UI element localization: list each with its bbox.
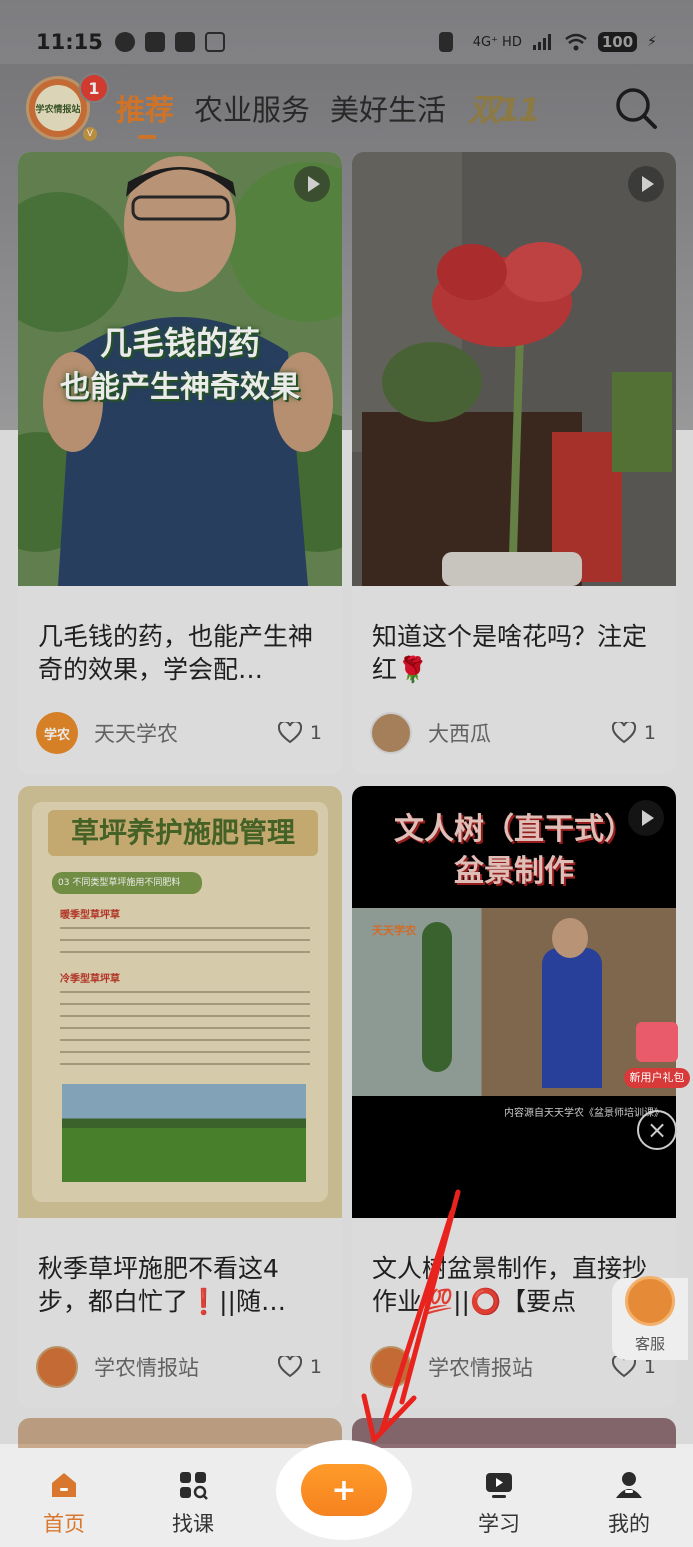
publish-button[interactable]: + [301,1464,387,1516]
card-title: 秋季草坪施肥不看这4步，都白忙了❗️||随… [38,1254,286,1316]
article-subheading: 03 不同类型草坪施用不同肥料 [52,872,202,894]
home-icon [52,1473,76,1497]
brand-tag: 天天学农 [372,924,416,937]
customer-service[interactable]: 客服 [612,1276,688,1360]
video-caption-line-2: 也能产生神奇效果 [60,370,300,405]
like-count: 1 [643,722,656,744]
network-label: 4G⁺ HD [472,34,522,50]
video-caption-line-1: 文人树（直干式） [394,812,634,847]
article-body-2 [60,986,310,1070]
article-headline: 草坪养护施肥管理 [48,810,318,856]
like-button[interactable]: 1 [277,722,322,744]
wifi-icon [565,33,587,51]
tab-recommend[interactable]: 推荐 [116,87,174,139]
card-author[interactable]: 学农情报站 [370,1346,533,1388]
top-navigation: 学农情报站 1 V 推荐 农业服务 美好生活 双11 [26,72,666,144]
new-user-gift[interactable]: 新用户礼包 [624,1018,690,1090]
author-name: 学农情报站 [428,1356,533,1380]
tab-good-life[interactable]: 美好生活 [330,87,446,129]
charging-icon: ⚡ [647,34,657,50]
heart-icon [611,722,636,744]
publish-highlight: + [276,1440,412,1540]
tab-find-course-label: 找课 [172,1512,214,1536]
video-study-icon [486,1473,512,1498]
double11-promo[interactable]: 双11 [468,85,541,131]
app-notification-icon [144,32,165,52]
tab-study[interactable]: 学习 [459,1470,539,1538]
notification-badge: 1 [79,73,109,103]
tab-mine[interactable]: 我的 [589,1470,669,1538]
vibrate-icon [438,32,453,52]
video-thumbnail [352,152,676,586]
like-count: 1 [309,1356,322,1378]
author-name: 学农情报站 [94,1356,199,1380]
play-icon [628,166,664,202]
play-icon [294,166,330,202]
app-notification-icon-2 [174,32,195,52]
status-time: 11:15 [36,30,103,54]
author-avatar [370,1346,412,1388]
source-note: 内容源自天天学农《盆景师培训课》 [504,1108,664,1119]
user-avatar[interactable]: 学农情报站 1 V [26,73,109,141]
tools-icon [204,32,225,52]
feed-card-1[interactable]: 几毛钱的药 也能产生神奇效果 几毛钱的药，也能产生神奇的效果，学会配… 学农 天… [18,152,342,774]
author-avatar [370,712,412,754]
tab-home-label: 首页 [43,1512,85,1536]
lawn-photo [62,1084,306,1182]
tab-find-course[interactable]: 找课 [153,1470,233,1538]
card-author[interactable]: 大西瓜 [370,712,491,754]
tab-mine-label: 我的 [608,1512,650,1536]
battery-indicator: 100 [597,32,638,52]
close-icon[interactable]: × [637,1110,677,1150]
article-thumbnail: 草坪养护施肥管理 03 不同类型草坪施用不同肥料 暖季型草坪草 冷季型草坪草 [18,786,342,1218]
feed-card-2[interactable]: 知道这个是啥花吗？注定红🌹 大西瓜 1 [352,152,676,774]
message-icon [114,32,135,52]
like-count: 1 [309,722,322,744]
signal-icon [532,34,551,50]
section-label-2: 冷季型草坪草 [60,974,120,985]
avatar-logo-text: 学农情报站 [35,85,81,131]
headset-icon [625,1276,675,1326]
author-avatar [36,1346,78,1388]
card-title: 知道这个是啥花吗？注定红🌹 [372,622,648,684]
customer-service-label: 客服 [634,1335,665,1353]
section-label-1: 暖季型草坪草 [60,910,120,921]
heart-icon [277,722,302,744]
play-icon [628,800,664,836]
verified-icon: V [83,127,97,141]
author-name: 大西瓜 [428,722,491,746]
card-title: 几毛钱的药，也能产生神奇的效果，学会配… [38,622,314,684]
gift-label: 新用户礼包 [624,1068,690,1088]
status-bar: 11:15 4G⁺ HD 100 ⚡ [0,20,693,64]
grid-search-icon [180,1472,208,1500]
card-author[interactable]: 学农情报站 [36,1346,199,1388]
card-author[interactable]: 学农 天天学农 [36,712,178,754]
tab-study-label: 学习 [478,1512,520,1536]
like-button[interactable]: 1 [277,1356,322,1378]
article-body-1 [60,922,310,962]
author-avatar: 学农 [36,712,78,754]
gift-icon [636,1022,678,1062]
video-caption-line-2: 盆景制作 [454,854,574,889]
tab-home[interactable]: 首页 [24,1470,104,1538]
like-button[interactable]: 1 [611,722,656,744]
tab-agri-service[interactable]: 农业服务 [194,87,310,129]
feed-card-3[interactable]: 草坪养护施肥管理 03 不同类型草坪施用不同肥料 暖季型草坪草 冷季型草坪草 秋… [18,786,342,1408]
author-name: 天天学农 [94,722,178,746]
video-caption-line-1: 几毛钱的药 [99,324,260,362]
heart-icon [277,1356,302,1378]
search-icon[interactable] [614,86,658,130]
profile-icon [616,1472,642,1498]
